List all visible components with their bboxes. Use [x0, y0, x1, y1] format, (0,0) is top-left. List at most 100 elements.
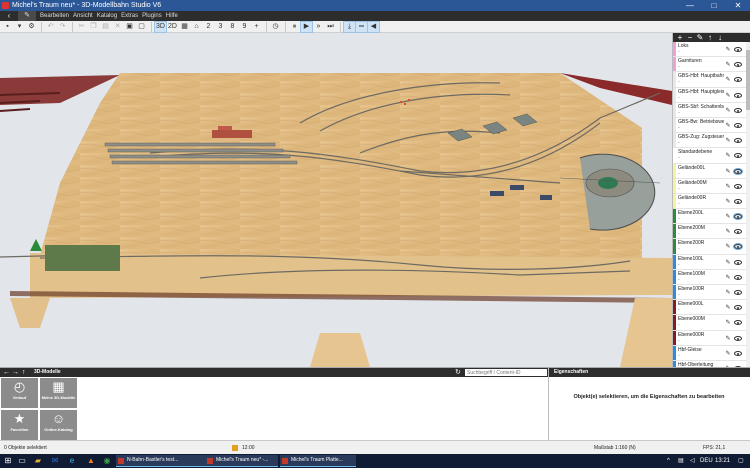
- pin-icon[interactable]: ✎: [725, 260, 731, 266]
- pin-icon[interactable]: ✎: [725, 93, 731, 99]
- taskbar-item[interactable]: N-Bahn-Bastler's test...: [116, 455, 206, 467]
- pin-icon[interactable]: ✎: [725, 108, 731, 114]
- pin-icon[interactable]: ✎: [725, 290, 731, 296]
- pin-icon[interactable]: ✎: [725, 77, 731, 83]
- play-icon[interactable]: ▶: [300, 20, 313, 33]
- pin-icon[interactable]: ✎: [725, 305, 731, 311]
- network-icon[interactable]: ▤: [678, 454, 684, 468]
- layer-row[interactable]: Gelände00R - ✎: [673, 193, 750, 210]
- taskbar-item[interactable]: Michel's Traum Platte...: [280, 455, 356, 467]
- taskbar-item[interactable]: Michel's Traum neu* -...: [205, 455, 278, 467]
- layer-row[interactable]: GBS-Sbf: Schattenbahnhof-✎: [673, 102, 750, 118]
- pin-icon[interactable]: ✎: [725, 184, 731, 190]
- menu-plugins[interactable]: Plugins: [141, 11, 165, 21]
- layer-row[interactable]: Ebene200R - ✎: [673, 239, 750, 255]
- camera-9-button[interactable]: 9: [239, 22, 250, 32]
- my-models-tile[interactable]: ▦ Meine 3D-Modelle: [40, 378, 77, 408]
- visibility-eye-icon[interactable]: [734, 47, 742, 52]
- scroll-thumb[interactable]: [746, 50, 750, 110]
- pin-icon[interactable]: ✎: [725, 275, 731, 281]
- layer-row[interactable]: Gelände00M - ✎: [673, 178, 750, 194]
- paste-icon[interactable]: ▤: [100, 22, 111, 32]
- vlc-icon[interactable]: ▲: [86, 456, 96, 466]
- panel-divider[interactable]: [548, 368, 549, 441]
- layer-row[interactable]: Hbf-Gleise - ✎: [673, 345, 750, 361]
- visibility-eye-icon[interactable]: [734, 350, 742, 356]
- favorites-tile[interactable]: ★ Favoriten: [1, 410, 38, 440]
- pin-icon[interactable]: ✎: [725, 199, 731, 205]
- grid-icon[interactable]: ▦: [179, 22, 190, 32]
- task-view-icon[interactable]: ▭: [17, 456, 27, 466]
- pin-icon[interactable]: ✎: [725, 214, 731, 220]
- cut-icon[interactable]: ✂: [76, 22, 87, 32]
- visibility-eye-icon[interactable]: [734, 92, 742, 98]
- visibility-eye-icon[interactable]: [734, 198, 742, 204]
- pin-icon[interactable]: ✎: [725, 351, 731, 357]
- lock-icon[interactable]: ▢: [136, 22, 147, 32]
- minimize-button[interactable]: —: [678, 0, 702, 11]
- view-3d-button[interactable]: 3D: [154, 20, 167, 33]
- layer-row[interactable]: Ebene100R - ✎: [673, 285, 750, 301]
- settings-icon[interactable]: ⚙: [26, 22, 37, 32]
- back-nav-icon[interactable]: ‹: [2, 11, 16, 21]
- edit-mode-pencil-icon[interactable]: ✎: [18, 11, 36, 21]
- maximize-button[interactable]: □: [702, 0, 726, 11]
- layer-row[interactable]: Ebene000L - ✎: [673, 300, 750, 316]
- clock[interactable]: 13:21: [715, 454, 730, 468]
- clock-icon[interactable]: ◷: [270, 22, 281, 32]
- windows-start-icon[interactable]: ⊞: [3, 456, 13, 466]
- visibility-eye-icon[interactable]: [734, 107, 742, 113]
- pin-icon[interactable]: ✎: [725, 153, 731, 159]
- add-camera-icon[interactable]: +: [251, 22, 262, 32]
- chrome-icon[interactable]: ◉: [102, 456, 112, 466]
- visibility-eye-icon[interactable]: [734, 335, 742, 341]
- pin-icon[interactable]: ✎: [725, 320, 731, 326]
- view-2d-button[interactable]: 2D: [167, 22, 178, 32]
- explorer-icon[interactable]: ▰: [33, 456, 43, 466]
- save-dropdown-icon[interactable]: ▾: [14, 22, 25, 32]
- pause-icon[interactable]: ⏸: [289, 22, 300, 32]
- delete-icon[interactable]: ✕: [112, 22, 123, 32]
- menu-extras[interactable]: Extras: [120, 11, 141, 21]
- undo-icon[interactable]: ↶: [45, 22, 56, 32]
- camera-3-button[interactable]: 3: [215, 22, 226, 32]
- layer-row[interactable]: Ebene100M - ✎: [673, 269, 750, 285]
- align-icon[interactable]: ═: [355, 20, 368, 33]
- notifications-icon[interactable]: ▢: [738, 454, 744, 468]
- visibility-eye-icon[interactable]: [734, 259, 742, 265]
- pin-icon[interactable]: ✎: [725, 47, 731, 53]
- layer-row[interactable]: Garnituren - ✎: [673, 57, 750, 73]
- online-catalog-tile[interactable]: ☺ Online-Katalog: [40, 410, 77, 440]
- download-icon[interactable]: ⤓: [343, 20, 356, 33]
- menu-hilfe[interactable]: Hilfe: [165, 11, 181, 21]
- layer-row[interactable]: GBS-Bw: Betriebswerk - ✎: [673, 117, 750, 134]
- refresh-icon[interactable]: ↻: [455, 368, 461, 377]
- pin-icon[interactable]: ✎: [725, 169, 731, 175]
- edge-icon[interactable]: e: [67, 456, 77, 466]
- add-layer-icon[interactable]: +: [675, 33, 685, 42]
- edit-layer-icon[interactable]: ✎: [695, 33, 705, 42]
- layer-row[interactable]: GBS-Hbf: Hauptgleise - ✎: [673, 87, 750, 103]
- layer-row[interactable]: Ebene100L - ✎: [673, 254, 750, 270]
- layer-row[interactable]: Ebene000M - ✎: [673, 315, 750, 331]
- pin-icon[interactable]: ✎: [725, 336, 731, 342]
- search-input[interactable]: [465, 369, 547, 376]
- camera-8-button[interactable]: 8: [227, 22, 238, 32]
- layer-row[interactable]: Loks - ✎: [673, 42, 750, 58]
- group-icon[interactable]: ▣: [124, 22, 135, 32]
- visibility-eye-icon[interactable]: [734, 183, 742, 189]
- move-down-icon[interactable]: ↓: [715, 33, 725, 42]
- keyboard-language[interactable]: DEU: [700, 454, 713, 468]
- back-arrow-icon[interactable]: ←: [3, 368, 10, 377]
- menu-ansicht[interactable]: Ansicht: [72, 11, 96, 21]
- move-up-icon[interactable]: ↑: [705, 33, 715, 42]
- camera-2-button[interactable]: 2: [203, 22, 214, 32]
- faster-forward-icon[interactable]: ⏭: [325, 22, 336, 32]
- visibility-eye-icon[interactable]: [734, 274, 742, 280]
- layer-row[interactable]: Standardebene - ✎: [673, 148, 750, 164]
- layer-row[interactable]: GBS-Zug: Zugsteuerung-✎: [673, 133, 750, 149]
- menu-bearbeiten[interactable]: Bearbeiten: [39, 11, 72, 21]
- visibility-eye-icon[interactable]: [734, 122, 742, 128]
- volume-icon[interactable]: ◁: [690, 454, 695, 468]
- 3d-viewport[interactable]: [0, 33, 672, 367]
